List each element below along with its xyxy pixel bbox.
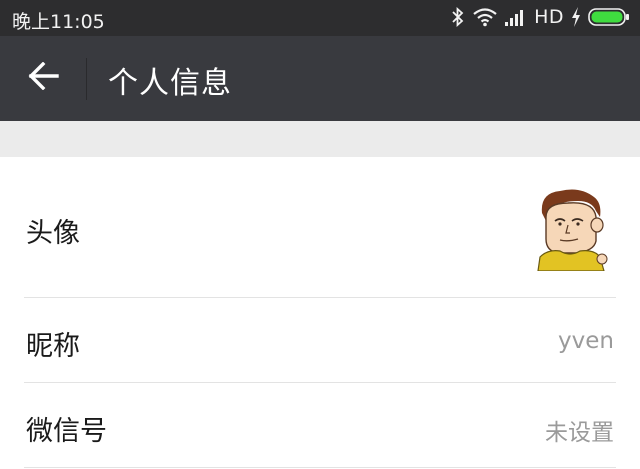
avatar <box>528 187 612 272</box>
nav-bar: 个人信息 <box>0 36 640 121</box>
nickname-value: yven <box>558 328 614 354</box>
avatar-row[interactable]: 头像 <box>0 157 640 298</box>
battery-icon <box>588 7 630 27</box>
status-time: 晚上11:05 <box>12 11 105 33</box>
section-gap <box>0 121 640 157</box>
wechat-id-value: 未设置 <box>545 420 614 446</box>
status-bar: 晚上11:05 HD <box>0 0 640 36</box>
wechat-id-label: 微信号 <box>26 416 107 447</box>
charging-icon <box>570 6 582 28</box>
page-title: 个人信息 <box>108 66 232 101</box>
avatar-label: 头像 <box>26 218 80 249</box>
network-type-label: HD <box>534 6 564 28</box>
status-icons: HD <box>450 6 630 28</box>
nav-divider <box>86 58 87 100</box>
profile-list: 头像 昵称 yven 微信号 未设置 <box>0 157 640 468</box>
back-button[interactable] <box>18 52 70 104</box>
signal-icon <box>504 7 528 27</box>
arrow-left-icon <box>28 61 60 94</box>
nickname-row[interactable]: 昵称 yven <box>0 298 640 383</box>
wechat-id-row[interactable]: 微信号 未设置 <box>0 383 640 468</box>
nickname-label: 昵称 <box>26 331 80 362</box>
wifi-icon <box>472 6 498 28</box>
row-divider <box>24 467 616 468</box>
bluetooth-icon <box>450 6 466 28</box>
